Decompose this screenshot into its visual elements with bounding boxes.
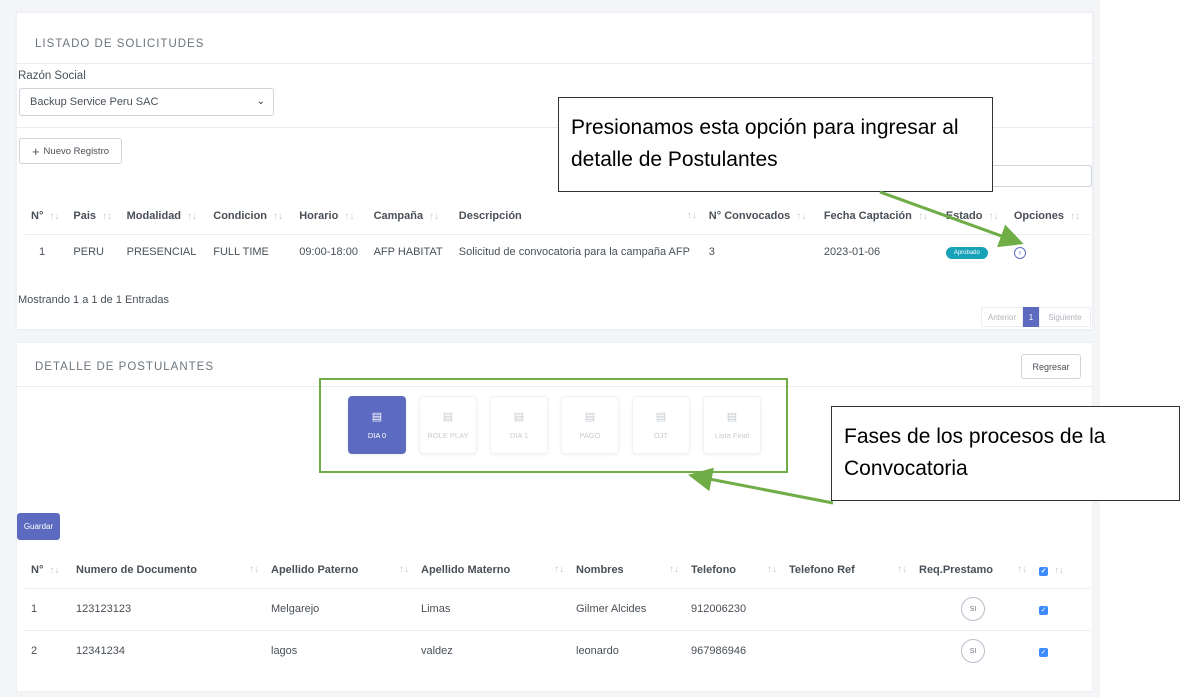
annotation-arrows xyxy=(688,190,1024,505)
arrow-to-phases xyxy=(688,467,834,505)
arrow-to-opciones xyxy=(879,190,1024,248)
